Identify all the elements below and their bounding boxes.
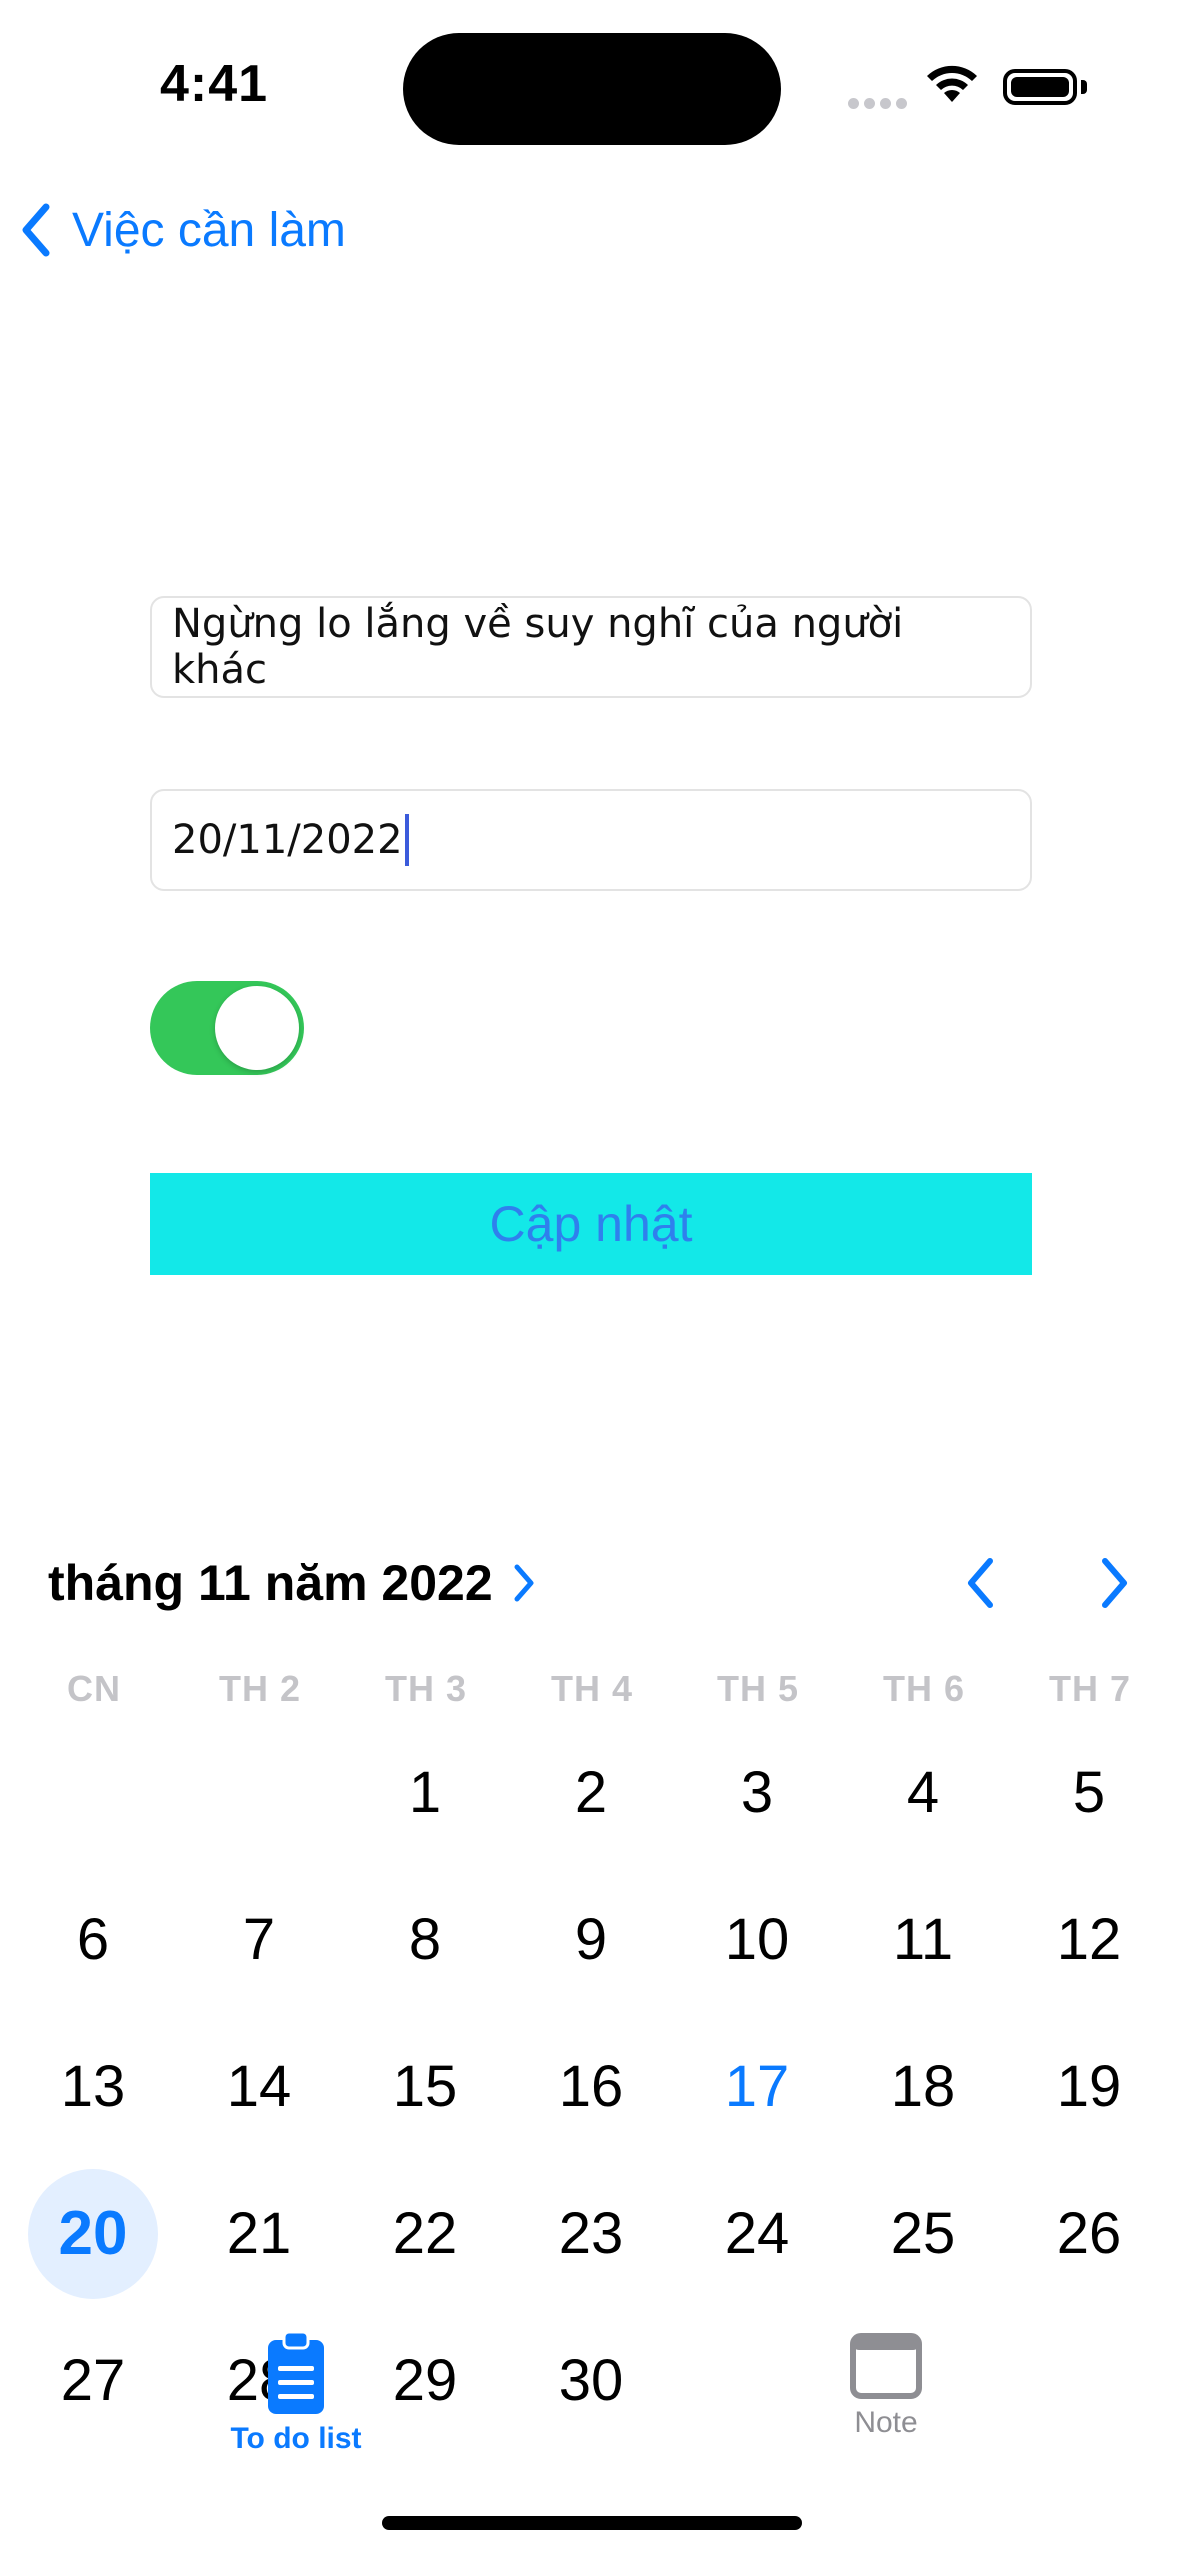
home-indicator xyxy=(382,2516,802,2530)
calendar-day[interactable]: 10 xyxy=(692,1875,822,2005)
title-input-value: Ngừng lo lắng về suy nghĩ của người khác xyxy=(172,601,904,693)
calendar-day[interactable]: 8 xyxy=(360,1875,490,2005)
update-button[interactable]: Cập nhật xyxy=(150,1173,1032,1275)
wifi-icon xyxy=(924,62,980,109)
calendar-day[interactable]: 30 xyxy=(526,2316,656,2446)
calendar-day[interactable]: 4 xyxy=(858,1728,988,1858)
tab-todo-list[interactable]: To do list xyxy=(196,2330,396,2456)
calendar-day[interactable]: 13 xyxy=(28,2022,158,2152)
weekday-header: TH 7 xyxy=(1048,1668,1131,1709)
weekday-header: TH 5 xyxy=(716,1668,799,1709)
battery-cap xyxy=(1081,80,1087,94)
weekday-header: TH 3 xyxy=(384,1668,467,1709)
done-toggle[interactable] xyxy=(150,981,304,1075)
calendar-day[interactable]: 19 xyxy=(1024,2022,1154,2152)
calendar-day[interactable]: 24 xyxy=(692,2169,822,2299)
calendar-day[interactable]: 7 xyxy=(194,1875,324,2005)
next-month-button[interactable] xyxy=(1085,1548,1145,1618)
battery-icon xyxy=(1003,69,1077,105)
tab-label: To do list xyxy=(230,2422,362,2455)
weekday-header: TH 4 xyxy=(550,1668,633,1709)
title-input[interactable]: Ngừng lo lắng về suy nghĩ của người khác xyxy=(150,596,1032,698)
previous-month-button[interactable] xyxy=(950,1548,1010,1618)
calendar-day[interactable]: 21 xyxy=(194,2169,324,2299)
calendar-day[interactable]: 6 xyxy=(28,1875,158,2005)
date-input-value: 20/11/2022 xyxy=(172,817,403,863)
calendar-day[interactable]: 2 xyxy=(526,1728,656,1858)
calendar-day[interactable]: 16 xyxy=(526,2022,656,2152)
toggle-knob xyxy=(215,986,299,1070)
clipboard-list-icon xyxy=(268,2330,324,2414)
calendar-day-today[interactable]: 17 xyxy=(692,2022,822,2152)
tab-note[interactable]: Note xyxy=(786,2330,986,2440)
calendar-day[interactable]: 18 xyxy=(858,2022,988,2152)
back-label: Việc cần làm xyxy=(72,203,346,257)
month-title: tháng 11 năm 2022 xyxy=(48,1555,493,1611)
dynamic-island xyxy=(403,33,781,145)
chevron-left-icon xyxy=(968,1558,993,1608)
calendar-day-selected[interactable]: 20 xyxy=(28,2169,158,2299)
weekday-header: TH 2 xyxy=(218,1668,301,1709)
calendar-day[interactable]: 9 xyxy=(526,1875,656,2005)
calendar-day[interactable]: 25 xyxy=(858,2169,988,2299)
calendar-day[interactable]: 14 xyxy=(194,2022,324,2152)
window-icon xyxy=(850,2333,922,2399)
month-year-picker-button[interactable]: tháng 11 năm 2022 xyxy=(48,1548,535,1618)
chevron-right-icon xyxy=(514,1564,534,1602)
tab-label: Note xyxy=(854,2406,918,2439)
chevron-left-icon xyxy=(22,203,50,257)
chevron-right-icon xyxy=(1102,1558,1127,1608)
calendar-day[interactable]: 12 xyxy=(1024,1875,1154,2005)
weekday-header: CN xyxy=(67,1668,121,1709)
calendar-day[interactable]: 11 xyxy=(858,1875,988,2005)
text-caret xyxy=(404,814,409,866)
weekday-header: TH 6 xyxy=(882,1668,965,1709)
calendar-day[interactable]: 5 xyxy=(1024,1728,1154,1858)
calendar-day[interactable]: 23 xyxy=(526,2169,656,2299)
calendar-day[interactable]: 3 xyxy=(692,1728,822,1858)
calendar-day[interactable]: 22 xyxy=(360,2169,490,2299)
date-input[interactable]: 20/11/2022 xyxy=(150,789,1032,891)
calendar-day[interactable]: 1 xyxy=(360,1728,490,1858)
calendar-day[interactable]: 15 xyxy=(360,2022,490,2152)
status-time: 4:41 xyxy=(160,55,269,113)
calendar-day[interactable]: 26 xyxy=(1024,2169,1154,2299)
cellular-signal-icon xyxy=(848,96,912,114)
calendar-day[interactable]: 27 xyxy=(28,2316,158,2446)
back-button[interactable]: Việc cần làm xyxy=(20,190,346,270)
